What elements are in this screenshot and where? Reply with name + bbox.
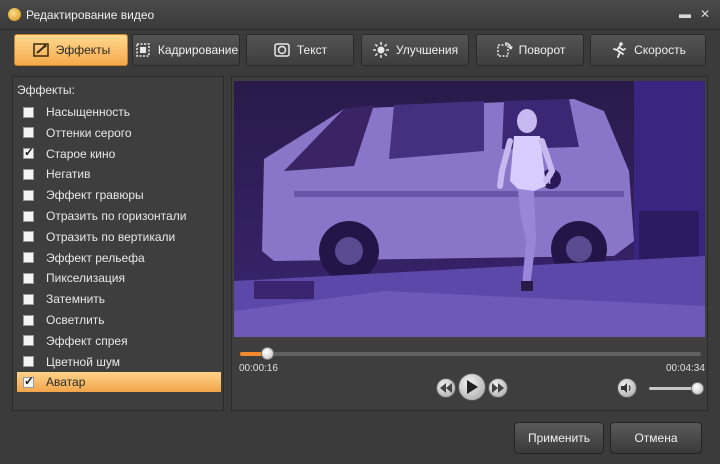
effects-panel: Эффекты: Насыщенность Оттенки серого Старо… — [12, 76, 224, 411]
effect-checkbox[interactable] — [23, 252, 34, 264]
mute-button[interactable] — [617, 378, 637, 398]
text-icon — [274, 43, 290, 57]
tab-rotate[interactable]: Поворот — [476, 34, 584, 66]
play-button[interactable] — [458, 373, 486, 401]
running-person-icon — [613, 42, 626, 58]
total-time: 00:04:34 — [666, 363, 705, 374]
tab-enhancements[interactable]: Улучшения — [361, 34, 469, 66]
effect-item[interactable]: Эффект рельефа — [17, 248, 221, 268]
effect-checkbox[interactable] — [23, 231, 34, 243]
effect-label: Эффект спрея — [46, 333, 128, 348]
seek-handle[interactable] — [260, 347, 274, 360]
video-frame-image: T — [234, 81, 705, 337]
effect-label: Эффект рельефа — [46, 250, 145, 265]
effect-checkbox[interactable] — [23, 356, 34, 368]
effects-icon — [32, 43, 49, 57]
tab-label: Текст — [296, 43, 328, 57]
effect-checkbox[interactable] — [23, 210, 34, 222]
effect-item[interactable]: Цветной шум — [17, 352, 221, 372]
effect-checkbox[interactable] — [23, 127, 34, 139]
previous-button[interactable] — [436, 378, 456, 398]
effect-item[interactable]: Осветлить — [17, 310, 221, 330]
effect-label: Цветной шум — [46, 354, 120, 369]
effect-item[interactable]: Отразить по горизонтали — [17, 206, 221, 226]
effect-item[interactable]: Затемнить — [17, 289, 221, 309]
effect-label: Аватар — [46, 375, 86, 390]
effect-label: Отразить по вертикали — [46, 229, 176, 244]
effect-item[interactable]: Пикселизация — [17, 268, 221, 288]
effect-checkbox[interactable] — [23, 106, 34, 118]
rewind-icon — [440, 383, 452, 393]
rotate-icon — [496, 42, 513, 57]
effect-checkbox[interactable] — [23, 314, 34, 326]
volume-handle[interactable] — [691, 382, 704, 395]
effect-label: Старое кино — [46, 146, 116, 161]
next-button[interactable] — [488, 378, 508, 398]
volume-slider[interactable] — [649, 387, 697, 390]
tab-effects[interactable]: Эффекты — [14, 34, 128, 66]
effect-label: Пикселизация — [46, 271, 125, 286]
effect-checkbox[interactable] — [23, 374, 34, 388]
cancel-button[interactable]: Отмена — [610, 422, 702, 454]
preview-panel: T 00:00:16 00:04:34 — [231, 76, 708, 411]
speaker-icon — [621, 383, 631, 393]
effect-item[interactable]: Эффект спрея — [17, 331, 221, 351]
effect-label: Отразить по горизонтали — [46, 209, 187, 223]
tab-speed[interactable]: Скорость — [590, 34, 706, 66]
tab-bar: Эффекты Кадрирование Текст Улучшения Пов… — [12, 34, 708, 66]
effect-item[interactable]: Эффект гравюры — [17, 185, 221, 205]
crop-icon — [136, 43, 150, 57]
tab-label: Кадрирование — [157, 43, 239, 57]
effect-item[interactable]: Аватар — [17, 372, 221, 393]
effects-title: Эффекты: — [17, 83, 75, 97]
fast-forward-icon — [492, 383, 504, 393]
effect-item[interactable]: Отразить по вертикали — [17, 227, 221, 247]
effect-label: Затемнить — [46, 292, 106, 307]
tab-label: Эффекты — [55, 43, 111, 57]
effect-item[interactable]: Старое кино — [17, 144, 221, 164]
video-preview[interactable]: T — [234, 81, 705, 337]
current-time: 00:00:16 — [239, 363, 278, 374]
app-icon — [8, 8, 21, 21]
tab-text[interactable]: Текст — [246, 34, 354, 66]
effect-label: Негатив — [46, 167, 91, 182]
effect-checkbox[interactable] — [23, 189, 34, 201]
tab-label: Поворот — [518, 43, 566, 57]
effect-checkbox[interactable] — [23, 145, 34, 160]
effect-label: Эффект гравюры — [46, 188, 144, 203]
effect-checkbox[interactable] — [23, 293, 34, 305]
effect-label: Оттенки серого — [46, 125, 132, 140]
effect-item[interactable]: Насыщенность — [17, 102, 221, 122]
tab-label: Улучшения — [395, 43, 459, 57]
brightness-icon — [372, 42, 389, 58]
window-title: Редактирование видео — [26, 8, 155, 22]
play-icon — [467, 380, 478, 394]
apply-button[interactable]: Применить — [514, 422, 604, 454]
effect-checkbox[interactable] — [23, 168, 34, 180]
tab-label: Скорость — [634, 43, 686, 57]
seek-bar[interactable] — [240, 352, 701, 356]
title-bar: Редактирование видео ▬ ✕ — [0, 0, 720, 30]
effect-label: Насыщенность — [46, 105, 131, 119]
effect-checkbox[interactable] — [23, 272, 34, 284]
effect-checkbox[interactable] — [23, 335, 34, 347]
close-icon[interactable]: ✕ — [698, 7, 712, 21]
effect-label: Осветлить — [46, 313, 105, 327]
tab-crop[interactable]: Кадрирование — [132, 34, 240, 66]
effect-item[interactable]: Негатив — [17, 164, 221, 184]
minimize-icon[interactable]: ▬ — [678, 7, 692, 21]
effect-item[interactable]: Оттенки серого — [17, 123, 221, 143]
